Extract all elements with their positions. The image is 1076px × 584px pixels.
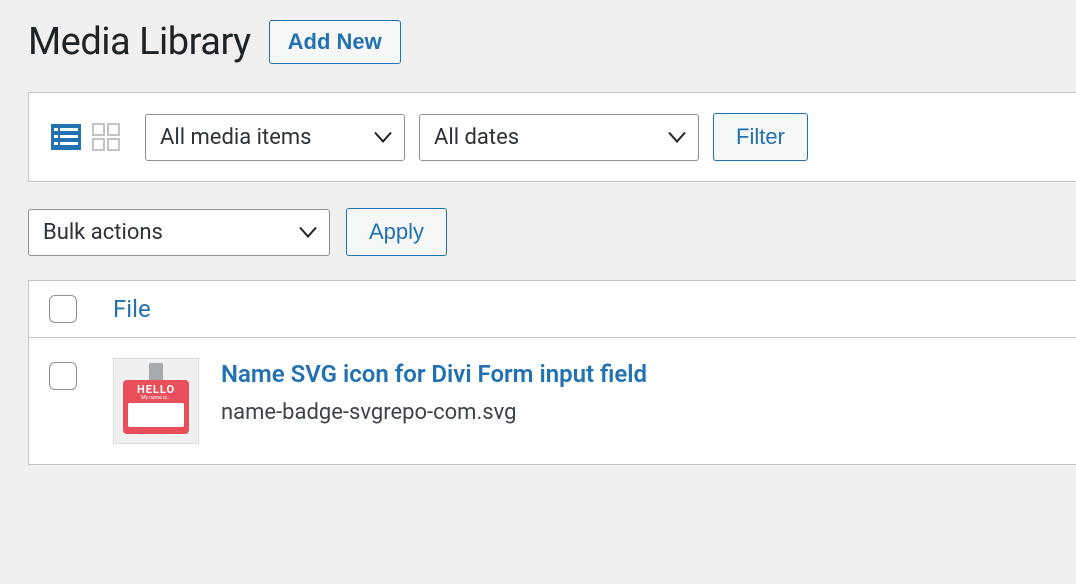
list-view-icon[interactable] bbox=[51, 122, 81, 152]
chevron-down-icon bbox=[668, 125, 686, 150]
badge-name-area bbox=[128, 403, 184, 427]
badge-clip-icon bbox=[149, 363, 163, 381]
select-all-checkbox[interactable] bbox=[49, 295, 77, 323]
media-thumbnail[interactable]: HELLO My name is... bbox=[113, 358, 199, 444]
bulk-actions-select[interactable]: Bulk actions bbox=[28, 209, 330, 256]
media-type-selected: All media items bbox=[160, 125, 312, 150]
page-title: Media Library bbox=[28, 20, 251, 64]
bulk-actions-row: Bulk actions Apply bbox=[28, 208, 1076, 256]
row-checkbox[interactable] bbox=[49, 362, 77, 390]
media-title-link[interactable]: Name SVG icon for Divi Form input field bbox=[221, 360, 647, 388]
media-type-select[interactable]: All media items bbox=[145, 114, 405, 161]
file-info: Name SVG icon for Divi Form input field … bbox=[221, 358, 647, 425]
hello-badge-icon: HELLO My name is... bbox=[123, 380, 189, 434]
filter-button[interactable]: Filter bbox=[713, 113, 808, 161]
date-select[interactable]: All dates bbox=[419, 114, 699, 161]
media-table: File HELLO My name is... Name SVG icon f… bbox=[28, 280, 1076, 465]
chevron-down-icon bbox=[299, 220, 317, 245]
date-selected: All dates bbox=[434, 125, 519, 150]
chevron-down-icon bbox=[374, 125, 392, 150]
file-column-header[interactable]: File bbox=[113, 295, 151, 323]
bulk-actions-selected: Bulk actions bbox=[43, 220, 163, 245]
table-row: HELLO My name is... Name SVG icon for Di… bbox=[29, 338, 1076, 464]
table-header: File bbox=[29, 281, 1076, 338]
filter-bar: All media items All dates Filter bbox=[28, 92, 1076, 182]
apply-button[interactable]: Apply bbox=[346, 208, 447, 256]
grid-view-icon[interactable] bbox=[91, 122, 121, 152]
badge-sub-text: My name is... bbox=[141, 395, 170, 401]
media-filename: name-badge-svgrepo-com.svg bbox=[221, 400, 647, 425]
view-switch bbox=[51, 122, 121, 152]
add-new-button[interactable]: Add New bbox=[269, 20, 401, 64]
